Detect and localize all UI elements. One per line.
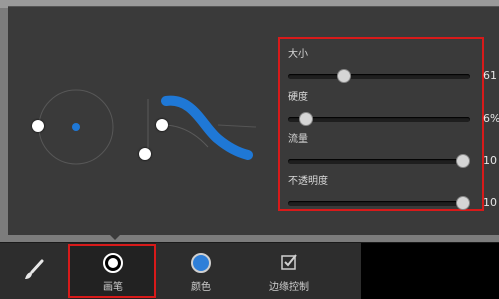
center-dot	[72, 123, 80, 131]
slider-value-hardness: 6%	[483, 112, 499, 125]
brush-tool-button[interactable]	[0, 243, 68, 299]
color-swatch-icon	[191, 253, 211, 273]
hardness-handle-bottom[interactable]	[139, 148, 151, 160]
slider-label-hardness: 硬度	[288, 92, 308, 103]
panel-pointer	[108, 233, 122, 240]
slider-thumb-hardness[interactable]	[299, 112, 314, 126]
hardness-curve	[162, 124, 209, 148]
slider-track-flow[interactable]	[288, 154, 470, 168]
slider-value-opacity: 10	[483, 196, 497, 209]
tab-edge-control-label: 边缘控制	[269, 282, 309, 293]
brush-preview	[8, 7, 278, 235]
slider-value-flow: 10	[483, 154, 497, 167]
slider-flow: 流量 10	[280, 130, 497, 170]
slider-label-opacity: 不透明度	[288, 176, 328, 187]
hardness-handle-top[interactable]	[156, 119, 168, 131]
toolbar-black-area	[361, 243, 499, 299]
stroke-preview	[161, 95, 253, 160]
slider-track-opacity[interactable]	[288, 196, 470, 210]
brush-preview-graphic	[38, 89, 257, 165]
tab-color-label: 颜色	[191, 282, 211, 293]
slider-hardness: 硬度 6%	[280, 88, 499, 128]
slider-label-size: 大小	[288, 49, 308, 60]
tab-edge-control[interactable]: 边缘控制	[246, 243, 332, 299]
slider-thumb-size[interactable]	[337, 69, 352, 83]
slider-opacity: 不透明度 10	[280, 172, 497, 212]
slider-thumb-flow[interactable]	[455, 154, 470, 168]
slider-track-size[interactable]	[288, 69, 470, 83]
slider-track-hardness[interactable]	[288, 112, 470, 126]
slider-size: 大小 61	[280, 45, 497, 85]
slider-label-flow: 流量	[288, 134, 308, 145]
slider-thumb-opacity[interactable]	[455, 196, 470, 210]
paintbrush-icon	[25, 259, 44, 279]
slider-value-size: 61	[483, 69, 497, 82]
size-handle-left[interactable]	[32, 120, 44, 132]
guide-line	[217, 124, 257, 128]
tab-color[interactable]: 颜色	[158, 243, 244, 299]
checkbox-edge-icon	[281, 254, 297, 270]
brush-tab-highlight	[68, 244, 156, 298]
brush-sliders: 大小 61 硬度 6% 流量 10 不透明度 10	[280, 38, 499, 212]
